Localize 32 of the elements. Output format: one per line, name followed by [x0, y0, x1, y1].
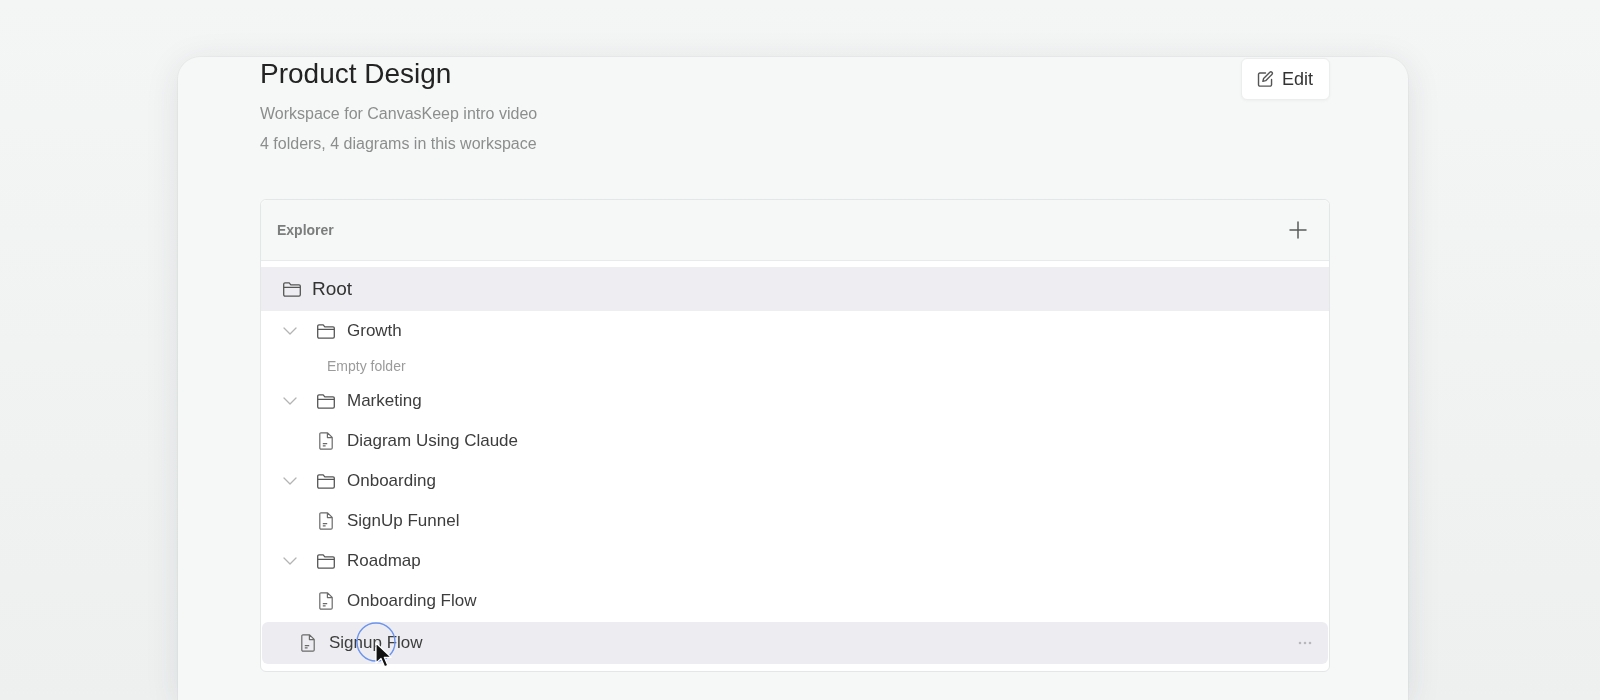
- empty-folder-note: Empty folder: [327, 358, 406, 374]
- workspace-description: Workspace for CanvasKeep intro video: [260, 104, 538, 124]
- chevron-down-icon[interactable]: [283, 557, 297, 565]
- chevron-down-icon[interactable]: [283, 327, 297, 335]
- folder-row[interactable]: Onboarding: [261, 461, 1329, 501]
- document-icon: [319, 432, 333, 450]
- explorer-title: Explorer: [277, 222, 334, 238]
- add-button[interactable]: [1289, 221, 1307, 239]
- edit-icon: [1256, 70, 1274, 88]
- plus-icon: [1289, 221, 1307, 239]
- folder-row[interactable]: Roadmap: [261, 541, 1329, 581]
- workspace-summary: 4 folders, 4 diagrams in this workspace: [260, 134, 538, 154]
- edit-button[interactable]: Edit: [1240, 58, 1330, 100]
- diagram-row[interactable]: Onboarding Flow: [261, 581, 1329, 621]
- document-icon: [319, 592, 333, 610]
- workspace-title: Product Design: [260, 57, 453, 91]
- folder-row[interactable]: Marketing: [261, 381, 1329, 421]
- folder-icon: [317, 473, 335, 489]
- document-icon: [319, 512, 333, 530]
- chevron-down-icon[interactable]: [283, 397, 297, 405]
- diagram-row[interactable]: Diagram Using Claude: [261, 421, 1329, 461]
- root-folder-row[interactable]: Root: [261, 267, 1329, 311]
- folder-row[interactable]: Growth: [261, 311, 1329, 351]
- folder-icon: [317, 393, 335, 409]
- folder-icon: [317, 323, 335, 339]
- folder-icon: [317, 553, 335, 569]
- chevron-down-icon[interactable]: [283, 477, 297, 485]
- more-icon: [1298, 641, 1312, 645]
- diagram-row[interactable]: Signup Flow: [262, 622, 1328, 664]
- document-icon: [301, 634, 315, 652]
- diagram-row[interactable]: SignUp Funnel: [261, 501, 1329, 541]
- folder-icon: [283, 281, 301, 297]
